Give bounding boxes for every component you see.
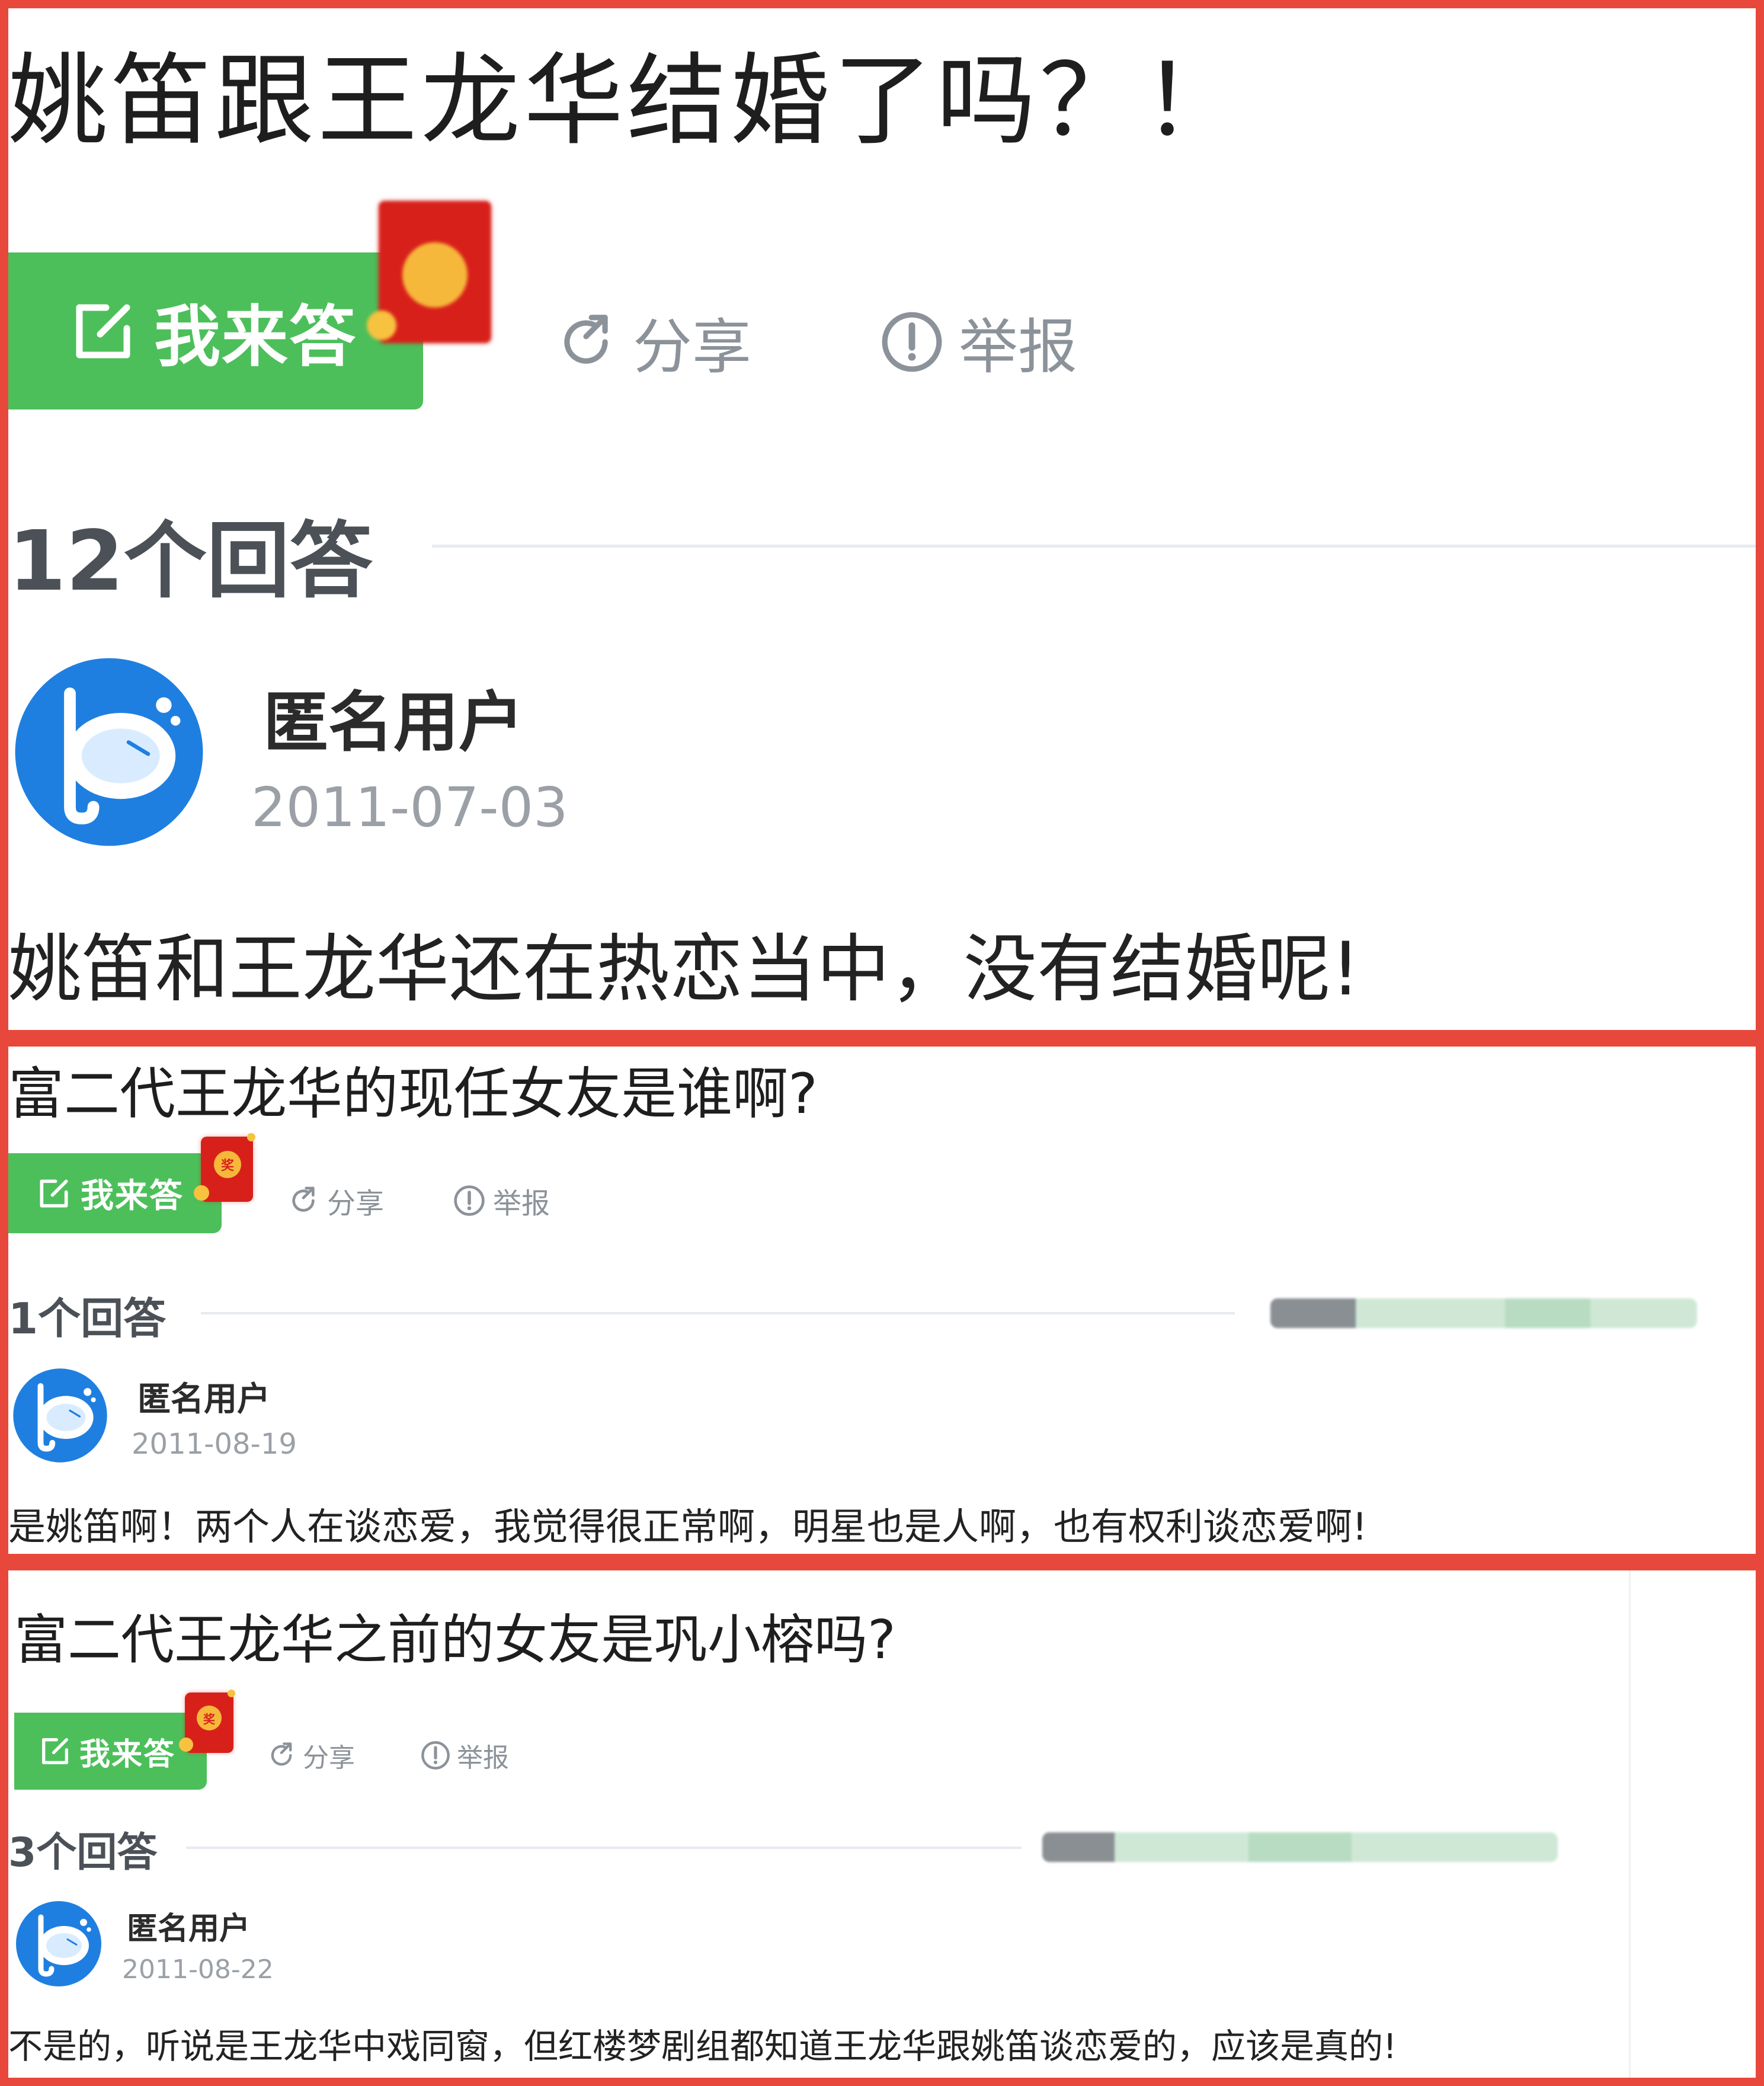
share-icon [292,1186,315,1212]
report-label: 举报 [959,312,1077,382]
section-divider [201,1312,1235,1314]
question-card-2: 富二代王龙华的现任女友是谁啊? 我来答 奖 分享 举报 1个回答 匿名用户 20… [0,1038,1764,1562]
answer-count: 1个回答 [8,1294,167,1343]
question-card-1: 姚笛跟王龙华结婚了吗？！ 我来答 分享 举报 12个回答 匿名用户 2011-0… [0,0,1764,1038]
edit-icon [76,304,130,358]
answer-button[interactable]: 我来答 [8,1153,222,1233]
answer-count: 12个回答 [8,513,373,610]
report-label: 举报 [493,1187,550,1220]
answer-date: 2011-08-22 [122,1954,274,1985]
answer-button-label: 我来答 [79,1736,176,1773]
answer-button-label: 我来答 [81,1177,184,1215]
blurred-tags [1270,1298,1697,1328]
answer-date: 2011-07-03 [251,776,568,839]
share-button[interactable]: 分享 [553,299,751,385]
column-divider [1629,1570,1631,2078]
alert-icon [882,312,942,372]
answer-text: 不是的，听说是王龙华中戏同窗，但红楼梦剧组都知道王龙华跟姚笛谈恋爱的，应该是真的… [8,2026,1397,2066]
share-icon [564,314,608,364]
alert-icon [421,1741,450,1770]
red-packet-icon[interactable]: 奖 [179,1690,235,1753]
report-button[interactable]: 举报 [420,1736,509,1774]
share-label: 分享 [327,1187,385,1220]
username[interactable]: 匿名用户 [127,1903,250,1948]
alert-icon [454,1185,485,1216]
question-title[interactable]: 富二代王龙华的现任女友是谁啊? [8,1049,818,1130]
username[interactable]: 匿名用户 [137,1372,270,1420]
answer-text: 是姚笛啊！两个人在谈恋爱，我觉得很正常啊，明星也是人啊，也有权利谈恋爱啊! [8,1505,1368,1548]
share-label: 分享 [633,312,751,382]
red-packet-icon[interactable] [367,201,491,343]
avatar-icon[interactable] [14,1899,103,1988]
avatar-icon[interactable] [11,1367,109,1464]
question-card-3: 富二代王龙华之前的女友是巩小榕吗? 我来答 奖 分享 举报 3个回答 匿名用户 … [0,1562,1764,2086]
answer-date: 2011-08-19 [132,1428,297,1461]
report-label: 举报 [457,1743,509,1773]
question-title[interactable]: 富二代王龙华之前的女友是巩小榕吗? [14,1597,896,1674]
share-button[interactable]: 分享 [287,1180,384,1221]
section-divider [432,545,1756,548]
answer-text: 姚笛和王龙华还在热恋当中，没有结婚呢! [8,927,1360,1012]
report-button[interactable]: 举报 [453,1180,550,1221]
answer-button-label: 我来答 [154,298,357,376]
answer-button[interactable]: 我来答 [14,1713,207,1790]
edit-icon [40,1179,68,1208]
red-packet-icon[interactable]: 奖 [194,1133,255,1202]
avatar-icon[interactable] [11,654,207,850]
answer-count: 3个回答 [8,1829,158,1876]
answer-button[interactable]: 我来答 [8,252,423,409]
share-label: 分享 [303,1743,355,1773]
question-title[interactable]: 姚笛跟王龙华结婚了吗？！ [8,20,1246,164]
section-divider [186,1847,1022,1849]
share-button[interactable]: 分享 [266,1736,355,1774]
share-icon [271,1742,292,1766]
blurred-tags [1042,1832,1558,1862]
report-button[interactable]: 举报 [879,299,1077,385]
username[interactable]: 匿名用户 [263,669,524,764]
edit-icon [42,1738,68,1764]
